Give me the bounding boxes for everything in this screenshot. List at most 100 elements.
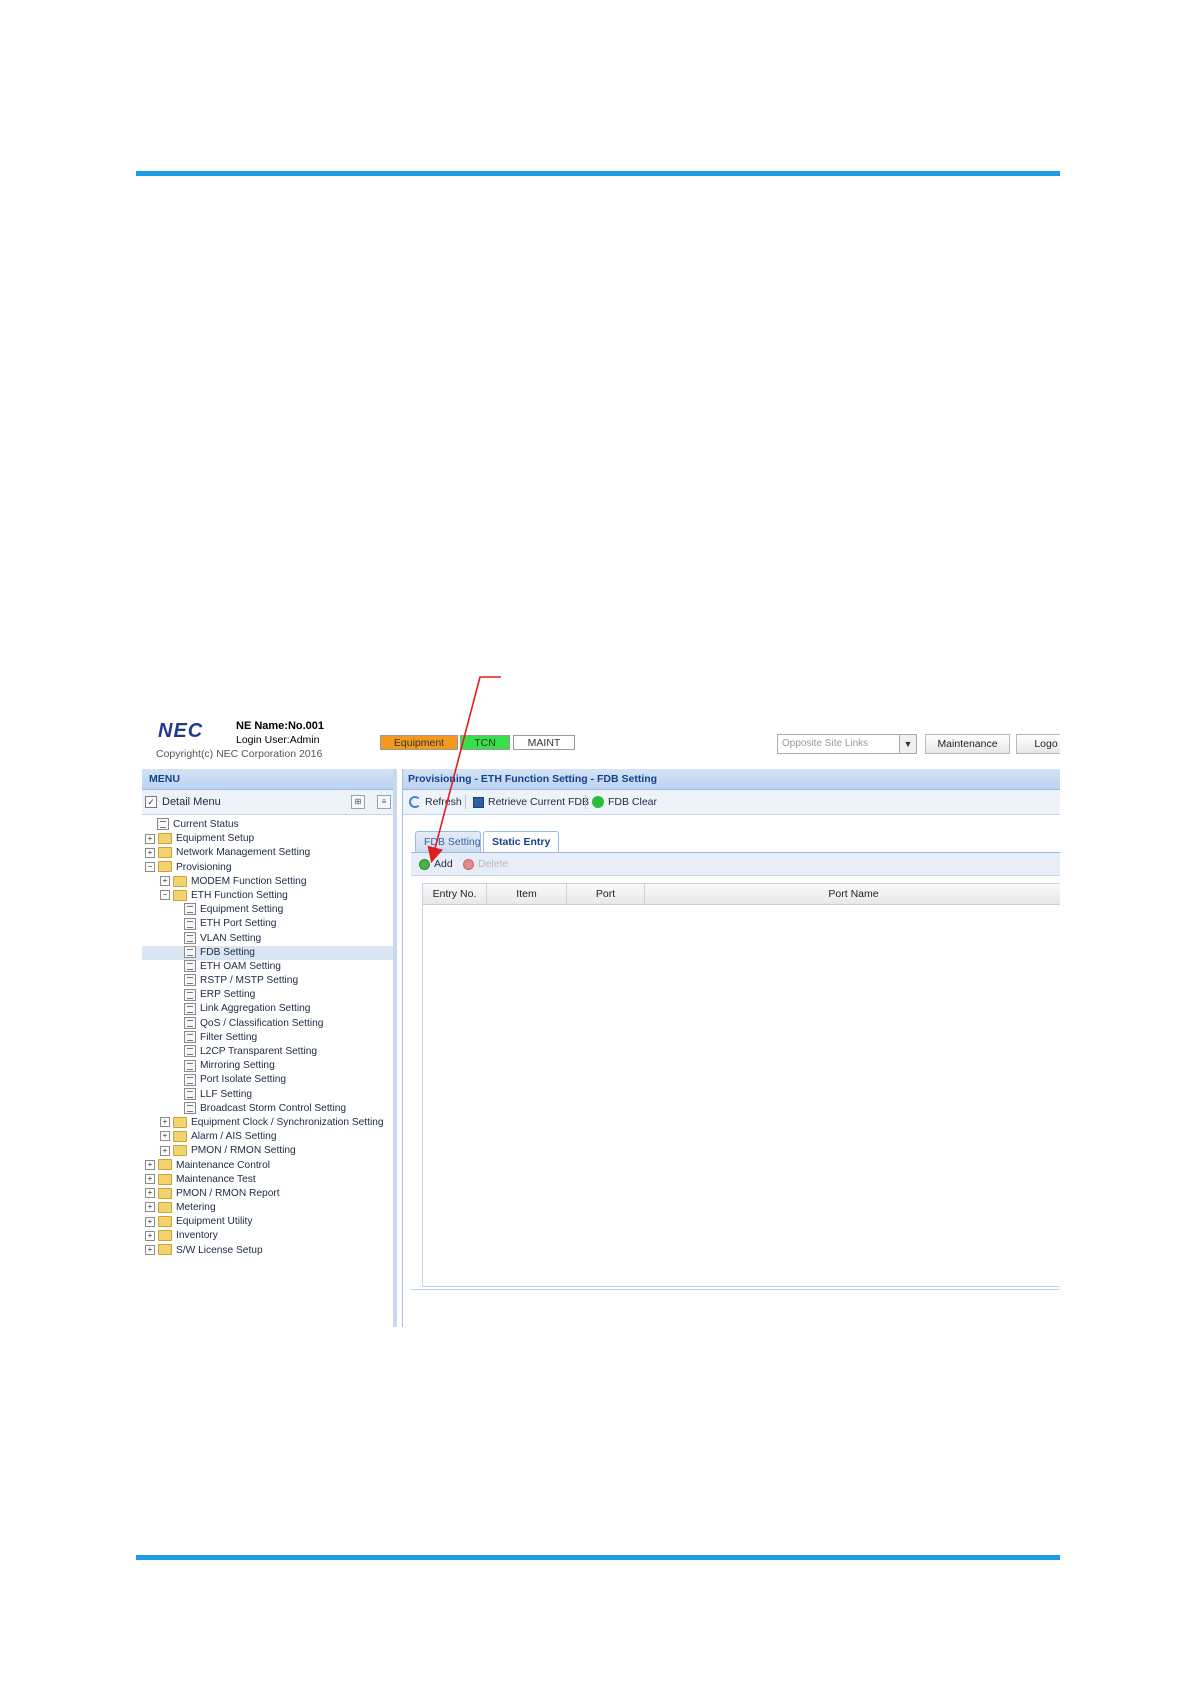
- menu-item-label: Provisioning: [176, 861, 232, 873]
- login-user: Login User:Admin: [236, 734, 320, 746]
- expand-icon[interactable]: +: [145, 1202, 155, 1213]
- menu-item[interactable]: − Provisioning: [142, 861, 393, 875]
- menu-item-label: Inventory: [176, 1230, 218, 1242]
- expand-icon[interactable]: +: [145, 1159, 155, 1170]
- ne-name: NE Name:No.001: [236, 720, 325, 732]
- tab-fdb-setting[interactable]: FDB Setting: [415, 831, 481, 852]
- menu-item[interactable]: + Equipment Utility: [142, 1215, 393, 1229]
- page-icon: [184, 988, 196, 1001]
- expand-icon[interactable]: +: [145, 1174, 155, 1184]
- tab-static-entry[interactable]: Static Entry: [483, 831, 559, 853]
- maintenance-button[interactable]: Maintenance: [925, 734, 1010, 754]
- menu-item-label: Equipment Setting: [200, 904, 284, 916]
- menu-item[interactable]: + Network Management Setting: [142, 846, 393, 860]
- menu-tree: Current Status + Equipment Setup + Network M…: [142, 815, 393, 1258]
- expand-icon[interactable]: +: [160, 1145, 170, 1156]
- expand-icon[interactable]: +: [160, 1117, 170, 1128]
- page-icon: [184, 1002, 196, 1015]
- menu-item[interactable]: + Equipment Setup: [142, 832, 393, 846]
- column-port[interactable]: Port: [567, 884, 645, 904]
- collapse-icon[interactable]: −: [160, 890, 170, 901]
- static-entry-grid: Entry No. Item Port Port Name: [422, 883, 1060, 1287]
- menu-item[interactable]: ERP Setting: [142, 988, 393, 1002]
- expand-icon[interactable]: +: [145, 1188, 155, 1199]
- menu-item[interactable]: FDB Setting: [142, 945, 393, 960]
- menu-item[interactable]: + Maintenance Control: [142, 1159, 393, 1173]
- chevron-down-icon[interactable]: ▼: [899, 735, 916, 753]
- expand-icon[interactable]: +: [160, 1131, 170, 1142]
- menu-item[interactable]: + Alarm / AIS Setting: [142, 1130, 393, 1144]
- menu-item[interactable]: RSTP / MSTP Setting: [142, 974, 393, 988]
- add-label: Add: [434, 858, 453, 870]
- menu-item-label: VLAN Setting: [200, 932, 262, 944]
- opposite-site-links-select[interactable]: Opposite Site Links ▼: [777, 734, 917, 754]
- menu-item[interactable]: Broadcast Storm Control Setting: [142, 1102, 393, 1116]
- menu-item[interactable]: + Inventory: [142, 1229, 393, 1243]
- folder-icon: [158, 1230, 172, 1242]
- menu-item[interactable]: − ETH Function Setting: [142, 889, 393, 903]
- power-icon: [592, 796, 604, 809]
- menu-item[interactable]: Mirroring Setting: [142, 1059, 393, 1073]
- folder-icon: [173, 1130, 187, 1142]
- menu-item[interactable]: Current Status: [142, 818, 393, 832]
- logout-button[interactable]: Logo: [1016, 734, 1060, 754]
- column-port-name[interactable]: Port Name: [645, 884, 1060, 904]
- fdb-clear-button[interactable]: FDB Clear: [592, 790, 657, 814]
- folder-icon: [158, 847, 172, 859]
- expand-icon[interactable]: +: [145, 833, 155, 844]
- menu-item-label: PMON / RMON Report: [176, 1187, 280, 1199]
- expand-all-icon[interactable]: ⊞: [351, 795, 365, 809]
- expand-icon[interactable]: +: [160, 876, 170, 887]
- menu-item-label: FDB Setting: [200, 946, 255, 958]
- add-button[interactable]: Add: [419, 853, 453, 875]
- collapse-all-icon[interactable]: ≡: [377, 795, 391, 809]
- menu-item-label: ETH Function Setting: [191, 889, 288, 901]
- menu-item[interactable]: + S/W License Setup: [142, 1244, 393, 1258]
- menu-item[interactable]: Equipment Setting: [142, 903, 393, 917]
- retrieve-current-fdb-button[interactable]: Retrieve Current FDB: [473, 790, 589, 814]
- menu-item[interactable]: + Metering: [142, 1201, 393, 1215]
- expand-icon[interactable]: +: [145, 1244, 155, 1255]
- detail-menu-checkbox[interactable]: ✓: [145, 796, 157, 808]
- menu-item[interactable]: + PMON / RMON Setting: [142, 1144, 393, 1158]
- menu-item[interactable]: + PMON / RMON Report: [142, 1187, 393, 1201]
- menu-item[interactable]: + Maintenance Test: [142, 1173, 393, 1187]
- menu-item[interactable]: Filter Setting: [142, 1031, 393, 1045]
- menu-item-label: Maintenance Test: [176, 1173, 256, 1185]
- menu-item[interactable]: Link Aggregation Setting: [142, 1002, 393, 1016]
- refresh-button[interactable]: Refresh: [409, 790, 462, 814]
- tcn-status-badge[interactable]: TCN: [460, 735, 510, 750]
- folder-icon: [158, 833, 172, 844]
- column-entry-no[interactable]: Entry No.: [423, 884, 487, 904]
- menu-item[interactable]: ETH Port Setting: [142, 917, 393, 931]
- bottom-rule: [136, 1555, 1060, 1560]
- menu-title: MENU: [142, 769, 393, 790]
- expand-icon[interactable]: +: [145, 847, 155, 858]
- refresh-label: Refresh: [425, 796, 462, 808]
- menu-item-label: Equipment Setup: [176, 833, 255, 845]
- equipment-status-badge[interactable]: Equipment: [380, 735, 458, 750]
- detail-menu-bar: ✓ Detail Menu ⊞ ≡: [142, 790, 393, 815]
- menu-item-label: Equipment Clock / Synchronization Settin…: [191, 1116, 384, 1128]
- delete-button[interactable]: Delete: [463, 853, 508, 875]
- folder-icon: [158, 1244, 172, 1256]
- menu-item[interactable]: LLF Setting: [142, 1087, 393, 1102]
- column-item[interactable]: Item: [487, 884, 567, 904]
- maint-status-badge[interactable]: MAINT: [513, 735, 575, 750]
- menu-item[interactable]: VLAN Setting: [142, 931, 393, 946]
- expand-icon[interactable]: +: [145, 1230, 155, 1241]
- menu-item-label: MODEM Function Setting: [191, 875, 307, 887]
- menu-item-label: QoS / Classification Setting: [200, 1017, 324, 1029]
- menu-item[interactable]: QoS / Classification Setting: [142, 1016, 393, 1031]
- menu-item[interactable]: Port Isolate Setting: [142, 1073, 393, 1087]
- site-select-placeholder: Opposite Site Links: [782, 738, 869, 749]
- entry-toolbar: Add Delete: [411, 853, 1060, 876]
- menu-item[interactable]: L2CP Transparent Setting: [142, 1045, 393, 1059]
- page-icon: [184, 903, 196, 916]
- menu-item[interactable]: + MODEM Function Setting: [142, 875, 393, 889]
- menu-item[interactable]: + Equipment Clock / Synchronization Setti…: [142, 1116, 393, 1130]
- expand-icon[interactable]: +: [145, 1216, 155, 1227]
- collapse-icon[interactable]: −: [145, 861, 155, 872]
- menu-item[interactable]: ETH OAM Setting: [142, 960, 393, 974]
- menu-panel: MENU ✓ Detail Menu ⊞ ≡ Current Status + Eq…: [142, 769, 397, 1327]
